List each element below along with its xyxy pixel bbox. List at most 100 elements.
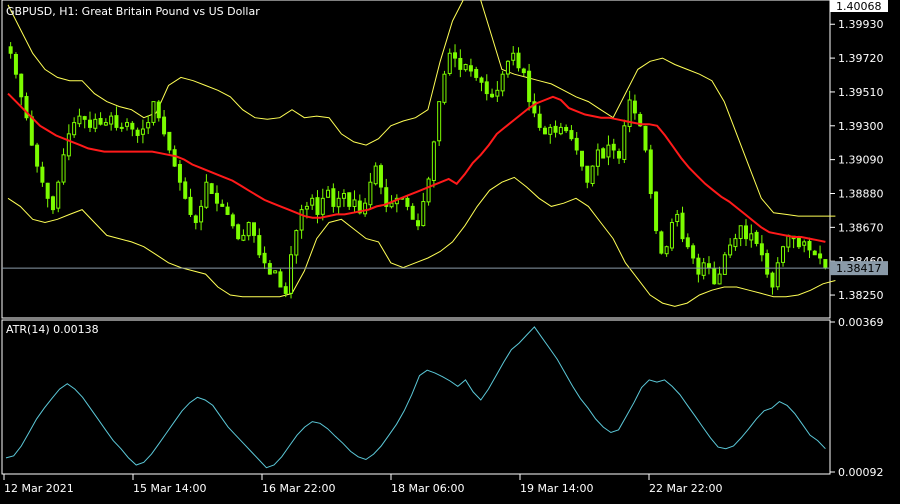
candle-body <box>177 164 182 183</box>
candle-body <box>495 89 500 97</box>
candle-body <box>140 128 145 135</box>
candle-body <box>378 165 383 188</box>
candle-body <box>283 286 288 294</box>
candle-body <box>781 246 786 263</box>
candle-body <box>807 240 812 251</box>
candle-body <box>818 253 823 259</box>
candle-body <box>521 68 526 74</box>
candle-body <box>315 197 320 215</box>
candle-body <box>701 262 706 276</box>
chart-svg[interactable]: GBPUSD, H1: Great Britain Pound vs US Do… <box>0 0 900 500</box>
candle-body <box>230 214 235 227</box>
chart-window[interactable]: GBPUSD, H1: Great Britain Pound vs US Do… <box>0 0 900 500</box>
candle-body <box>733 238 738 248</box>
candle-body <box>728 244 733 256</box>
candle-body <box>500 73 505 92</box>
candle-body <box>812 250 817 256</box>
candle-body <box>437 101 442 142</box>
candle-body <box>548 126 553 135</box>
candle-body <box>289 254 294 294</box>
candle-body <box>45 182 50 199</box>
candle-body <box>574 137 579 151</box>
candle-body <box>209 183 214 194</box>
candle-body <box>468 65 473 72</box>
candle-body <box>585 165 590 183</box>
candle-body <box>537 113 542 128</box>
candle-body <box>447 52 452 74</box>
candle-body <box>183 181 188 199</box>
candle-body <box>77 115 82 125</box>
candle-body <box>294 230 299 256</box>
candle-body <box>611 143 616 151</box>
candle-body <box>775 262 780 288</box>
candle-body <box>304 205 309 210</box>
candle-body <box>675 213 680 222</box>
candle-body <box>326 189 331 198</box>
candle-body <box>569 130 574 140</box>
candle-body <box>617 151 622 159</box>
candle-body <box>188 196 193 215</box>
candle-body <box>712 268 717 285</box>
candle-body <box>664 246 669 255</box>
candle-body <box>109 115 114 125</box>
candle-body <box>410 205 415 220</box>
candle-body <box>162 116 167 135</box>
candle-body <box>564 126 569 132</box>
top-price-label: 1.40068 <box>836 0 882 13</box>
candle-body <box>823 259 828 269</box>
candle-body <box>236 224 241 240</box>
time-tick-label: 22 Mar 22:00 <box>649 482 722 495</box>
candle-body <box>220 203 225 207</box>
time-tick-label: 19 Mar 14:00 <box>520 482 593 495</box>
candle-body <box>29 116 34 146</box>
candle-body <box>368 181 373 206</box>
candle-body <box>389 202 394 208</box>
candle-body <box>320 197 325 215</box>
candle-body <box>759 243 764 256</box>
candle-body <box>225 206 230 215</box>
current-price-label: 1.38417 <box>836 262 882 275</box>
candle-body <box>278 271 283 288</box>
candle-body <box>442 73 447 103</box>
candle-body <box>490 93 495 98</box>
candle-body <box>601 148 606 159</box>
candle-body <box>246 222 251 237</box>
candle-body <box>416 220 420 227</box>
candle-body <box>453 52 458 59</box>
candle-body <box>341 192 346 199</box>
price-tick-label: 1.39090 <box>838 154 884 167</box>
candle-body <box>754 231 759 244</box>
candle-body <box>553 125 558 133</box>
candle-body <box>802 241 807 246</box>
candle-body <box>262 252 267 264</box>
candle-body <box>765 253 770 275</box>
candle-body <box>241 234 246 241</box>
candle-body <box>632 100 637 114</box>
time-tick-label: 15 Mar 14:00 <box>133 482 206 495</box>
candle-body <box>267 263 272 275</box>
candle-body <box>50 196 55 211</box>
price-tick-label: 1.38250 <box>838 289 884 302</box>
candle-body <box>717 273 722 285</box>
candle-body <box>505 60 510 75</box>
price-tick-label: 1.39510 <box>838 86 884 99</box>
candle-body <box>252 222 256 236</box>
candle-body <box>421 201 426 227</box>
candle-body <box>426 178 431 203</box>
candle-body <box>706 263 711 269</box>
candle-body <box>595 149 600 167</box>
candle-body <box>82 116 87 120</box>
candle-body <box>458 57 463 70</box>
candle-body <box>479 77 484 83</box>
price-tick-label: 1.39930 <box>838 18 884 31</box>
candle-body <box>516 52 521 69</box>
candle-body <box>669 222 674 249</box>
time-tick-label: 16 Mar 22:00 <box>262 482 335 495</box>
candle-body <box>146 122 151 129</box>
candle-body <box>352 199 357 207</box>
candle-body <box>93 118 98 129</box>
candle-body <box>130 122 135 130</box>
candle-body <box>347 192 352 207</box>
candle-body <box>527 70 532 103</box>
candle-body <box>35 144 40 167</box>
